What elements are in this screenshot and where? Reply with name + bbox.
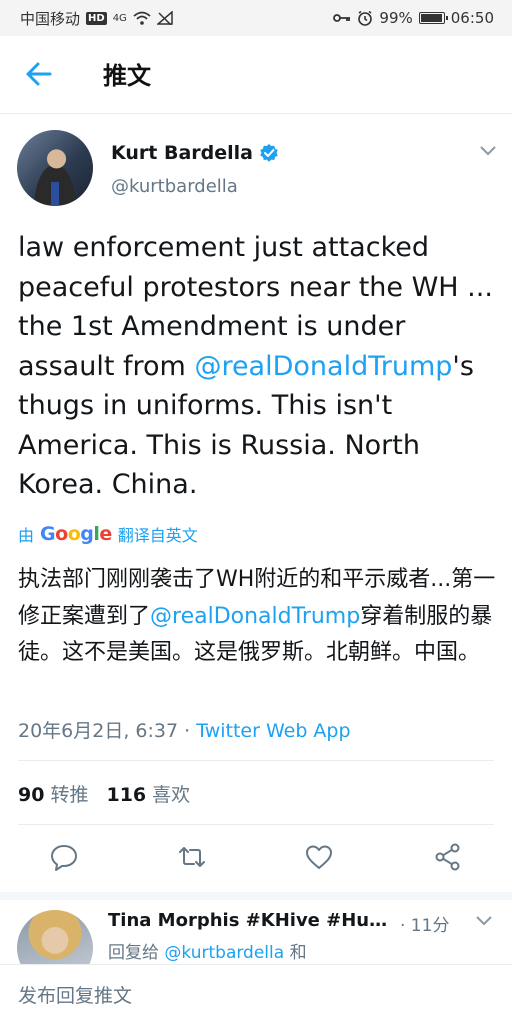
translated-mention-link[interactable]: @realDonaldTrump xyxy=(150,604,360,629)
translation-attribution[interactable]: 由 Google 翻译自英文 xyxy=(18,522,198,546)
tweet-text: law enforcement just attacked peaceful p… xyxy=(18,228,498,505)
retweet-stat[interactable]: 90 转推 xyxy=(18,780,88,807)
reply-avatar[interactable] xyxy=(17,910,93,964)
divider xyxy=(18,760,494,761)
retweet-count: 90 xyxy=(18,784,45,806)
mention-link[interactable]: @realDonaldTrump xyxy=(194,351,452,382)
reply-author-name[interactable]: Tina Morphis #KHive #Hum... xyxy=(108,910,398,931)
hd-badge: HD xyxy=(86,11,107,25)
battery-percent: 99% xyxy=(379,9,413,27)
reply-to-prefix: 回复给 xyxy=(108,943,165,963)
source-link[interactable]: Twitter Web App xyxy=(196,720,350,742)
like-count: 116 xyxy=(106,784,147,806)
wifi-icon xyxy=(133,11,151,25)
tweet-stats: 90 转推 116 喜欢 xyxy=(18,780,190,807)
translate-label: 翻译自英文 xyxy=(117,526,198,545)
verified-badge-icon xyxy=(260,144,278,162)
like-heart-icon[interactable] xyxy=(304,842,334,872)
author-display-name[interactable]: Kurt Bardella xyxy=(111,142,253,164)
tweet-meta: 20年6月2日, 6:37 · Twitter Web App xyxy=(18,716,351,743)
translated-text: 执法部门刚刚袭击了WH附近的和平示威者...第一修正案遭到了@realDonal… xyxy=(18,562,498,672)
reply-composer[interactable]: 发布回复推文 xyxy=(0,964,512,1024)
retweet-label: 转推 xyxy=(50,784,89,806)
reply-input-placeholder[interactable]: 发布回复推文 xyxy=(18,981,132,1008)
network-type: 4G xyxy=(112,12,127,24)
reply-time: · 11分 xyxy=(400,916,450,936)
battery-icon xyxy=(418,12,448,24)
reply-icon[interactable] xyxy=(49,842,79,872)
translate-by-label: 由 xyxy=(18,526,35,545)
meta-separator: · xyxy=(178,720,197,742)
chevron-down-icon[interactable] xyxy=(478,144,498,158)
section-separator xyxy=(0,892,512,900)
status-bar: 中国移动 HD 4G 99% 06:50 xyxy=(0,0,512,36)
share-icon[interactable] xyxy=(433,842,463,872)
carrier-label: 中国移动 xyxy=(20,9,81,28)
author-avatar[interactable] xyxy=(17,130,93,206)
alarm-icon xyxy=(358,10,373,26)
reply-to-suffix: 和 xyxy=(284,943,307,963)
clock: 06:50 xyxy=(450,9,494,27)
divider xyxy=(18,824,494,825)
back-arrow-icon[interactable] xyxy=(24,58,54,90)
retweet-icon[interactable] xyxy=(177,842,207,872)
author-handle[interactable]: @kurtbardella xyxy=(111,176,238,197)
reply-to-handle[interactable]: @kurtbardella xyxy=(164,943,284,963)
tweet-timestamp: 20年6月2日, 6:37 xyxy=(18,720,179,742)
reply-tweet[interactable]: Tina Morphis #KHive #Hum... · 11分 回复给 @k… xyxy=(0,900,512,964)
google-logo: Google xyxy=(40,523,112,545)
key-icon xyxy=(333,14,351,22)
top-bar: 推文 xyxy=(0,36,512,114)
like-stat[interactable]: 116 喜欢 xyxy=(106,780,190,807)
page-title: 推文 xyxy=(103,62,151,90)
like-label: 喜欢 xyxy=(152,784,191,806)
reply-to-line: 回复给 @kurtbardella 和 xyxy=(108,938,307,963)
chevron-down-icon[interactable] xyxy=(474,914,494,928)
no-signal-icon xyxy=(156,11,173,25)
